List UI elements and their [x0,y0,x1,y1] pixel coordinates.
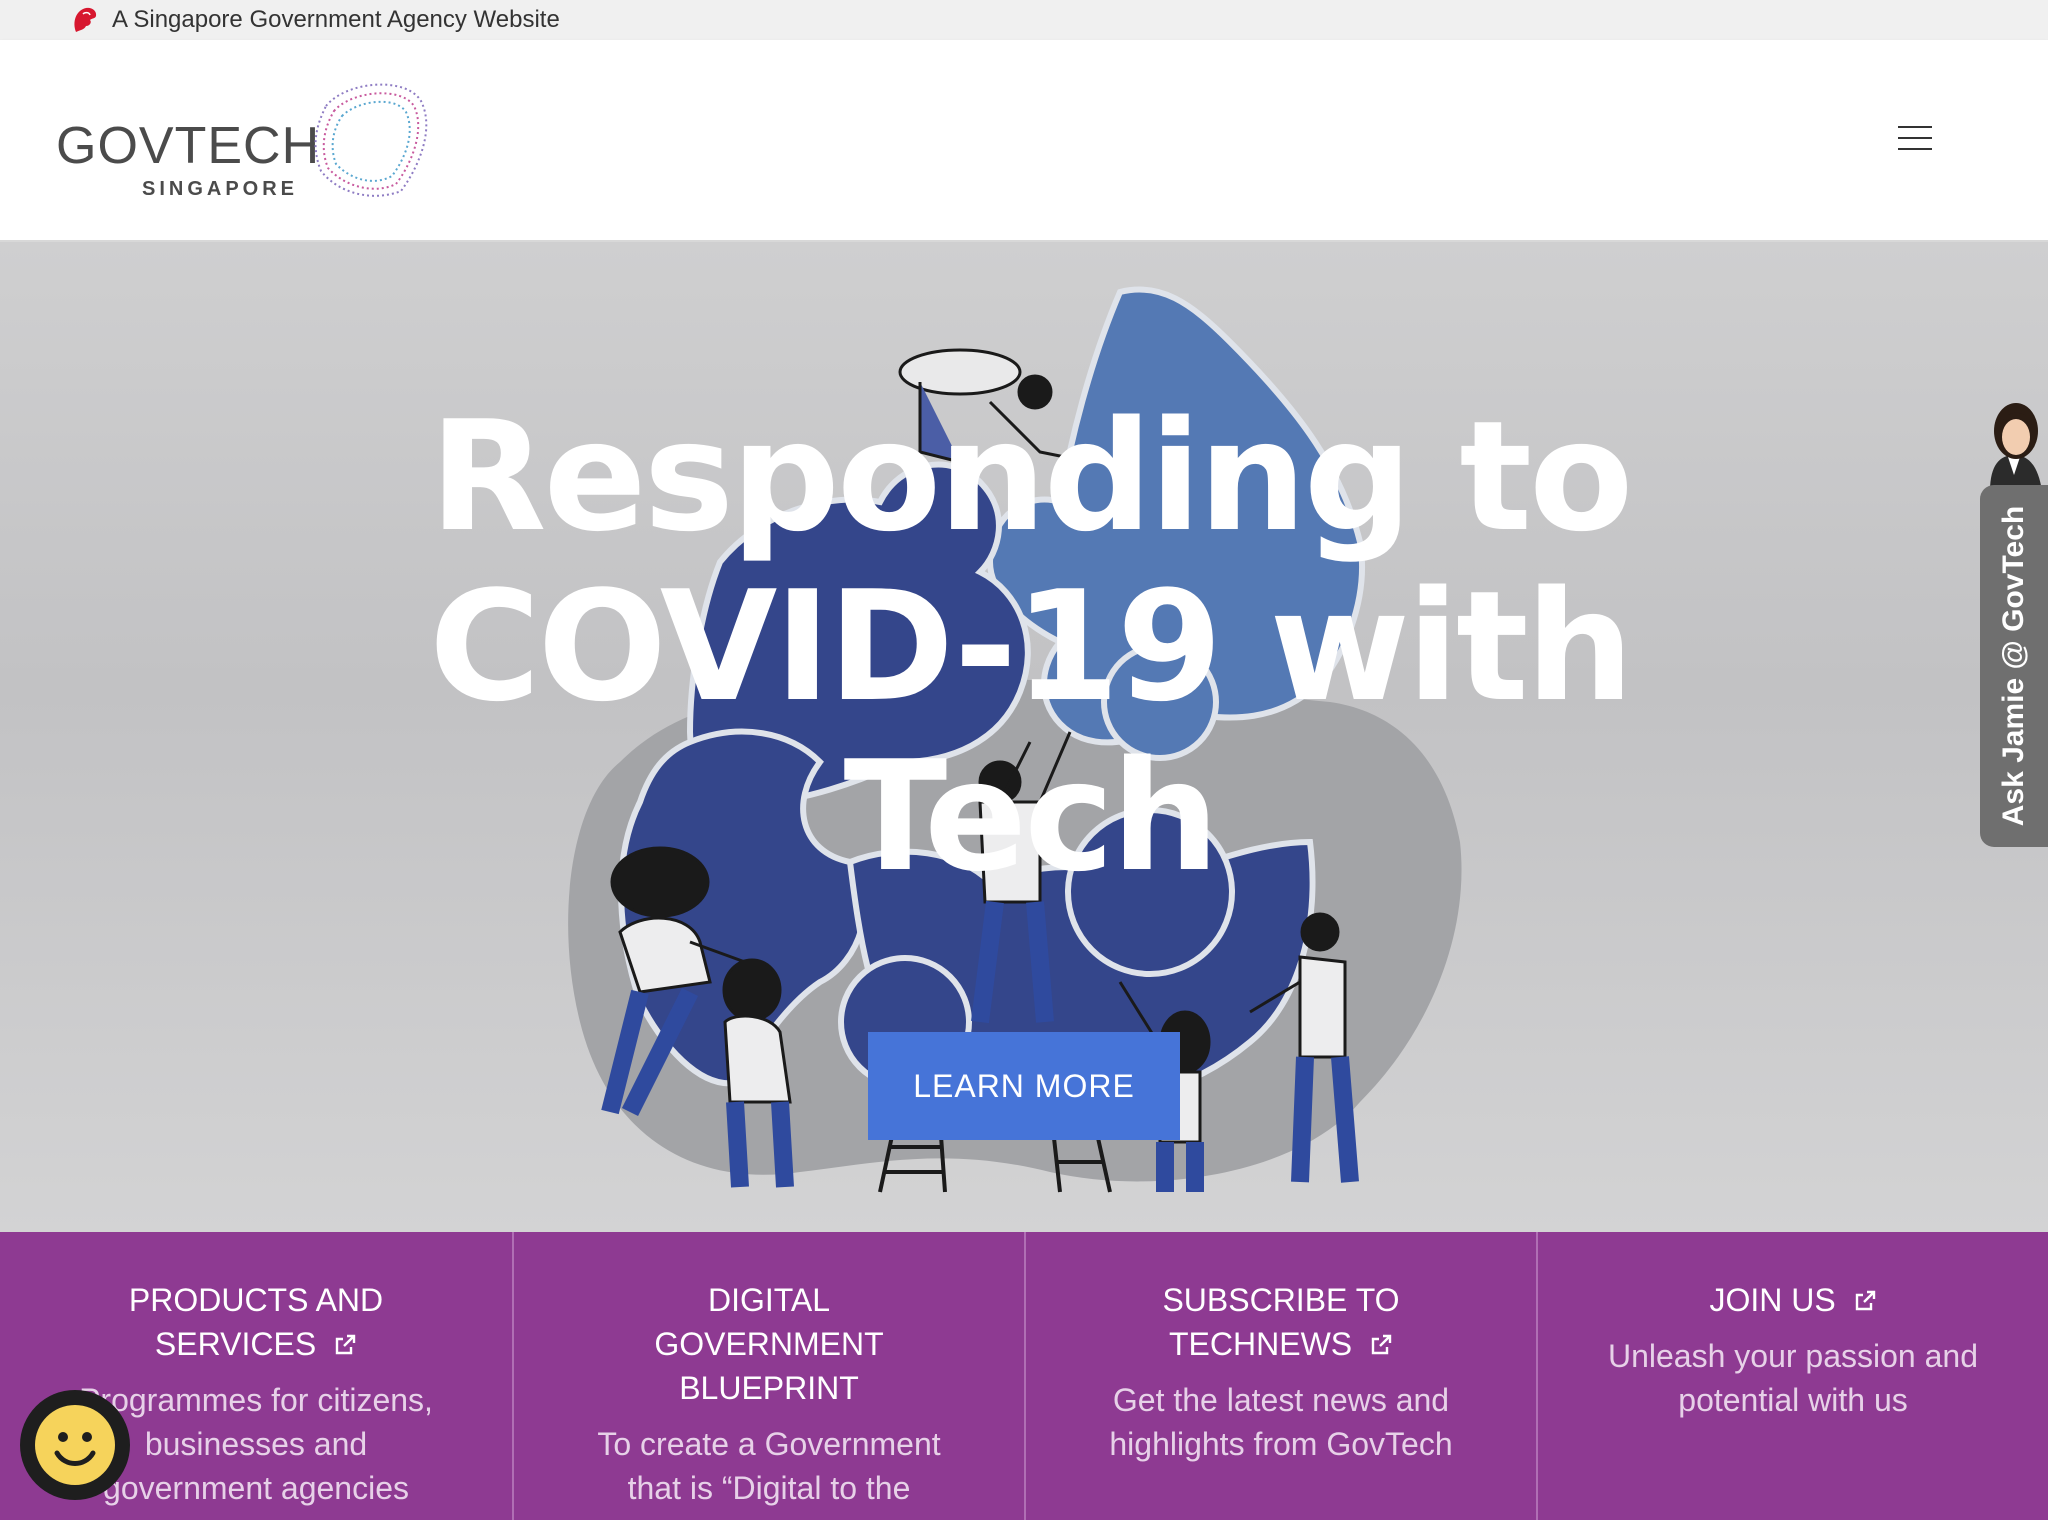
jamie-avatar-icon [1990,403,2042,491]
lion-head-icon [74,7,97,32]
hero-title: Responding to COVID-19 with Tech [429,388,1634,905]
ask-jamie-label: Ask Jamie @ GovTech [1997,505,2030,827]
govtech-logo[interactable]: GOVTECH SINGAPORE [56,76,436,206]
smiley-face-icon [35,1405,115,1485]
tile-title: SUBSCRIBE TO TECHNEWS [1162,1282,1400,1362]
logo-subtitle: SINGAPORE [142,178,299,200]
ask-jamie-widget[interactable]: Ask Jamie @ GovTech [1980,395,2048,847]
tile-subscribe-technews[interactable]: SUBSCRIBE TO TECHNEWS Get the latest new… [1024,1232,1536,1520]
quick-links-tiles: PRODUCTS AND SERVICES Programmes for cit… [0,1232,2048,1520]
hero-banner: Responding to COVID-19 with Tech LEARN M… [0,242,2048,1232]
external-link-icon [335,1334,356,1355]
external-link-icon [1371,1334,1392,1355]
logo-wordmark: GOVTECH [56,117,321,175]
site-header: GOVTECH SINGAPORE [0,40,2048,242]
external-link-icon [1855,1290,1875,1311]
learn-more-button[interactable]: LEARN MORE [868,1032,1180,1140]
tile-title: PRODUCTS AND SERVICES [128,1282,384,1362]
ask-jamie-tab[interactable]: Ask Jamie @ GovTech [1980,485,2048,847]
tile-description: Get the latest news and highlights from … [1109,1382,1453,1462]
tile-join-us[interactable]: JOIN US Unleash your passion and potenti… [1536,1232,2048,1520]
hamburger-menu-icon[interactable] [1898,126,1932,152]
tile-description: To create a Government that is “Digital … [597,1426,941,1506]
masthead-text: A Singapore Government Agency Website [112,6,560,33]
tile-title: DIGITAL GOVERNMENT BLUEPRINT [654,1282,884,1406]
gov-masthead: A Singapore Government Agency Website [0,0,2048,40]
tile-description: Unleash your passion and potential with … [1607,1338,1978,1418]
tile-title: JOIN US [1628,1278,1958,1322]
tile-digital-government-blueprint[interactable]: DIGITAL GOVERNMENT BLUEPRINT To create a… [512,1232,1024,1520]
feedback-button[interactable] [20,1390,130,1500]
logo-swirl-icon [314,83,428,197]
